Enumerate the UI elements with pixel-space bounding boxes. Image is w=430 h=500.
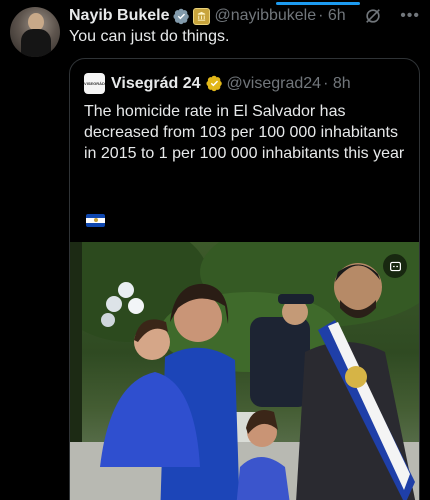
verified-badge-icon bbox=[173, 8, 190, 25]
post-header: Nayib Bukele @nayibbukele · 6h ••• bbox=[69, 4, 420, 28]
avatar[interactable] bbox=[10, 7, 60, 57]
grok-icon[interactable] bbox=[364, 7, 382, 25]
quoted-author-name[interactable]: Visegrád 24 bbox=[111, 75, 201, 93]
author-name[interactable]: Nayib Bukele bbox=[69, 7, 169, 25]
government-affiliation-icon[interactable] bbox=[193, 7, 211, 25]
quoted-post-time[interactable]: · 8h bbox=[323, 75, 351, 93]
post-photo[interactable] bbox=[70, 242, 419, 500]
quoted-post-text: The homicide rate in El Salvador has dec… bbox=[84, 103, 405, 162]
el-salvador-flag-icon bbox=[86, 214, 105, 227]
quoted-post-header: VISEGRÁD Visegrád 24 @visegrad24 · 8h bbox=[84, 73, 351, 94]
media-settings-icon[interactable] bbox=[383, 254, 407, 278]
author-handle[interactable]: @nayibbukele bbox=[214, 7, 316, 25]
more-options-icon[interactable]: ••• bbox=[400, 8, 420, 24]
post-text: You can just do things. bbox=[69, 28, 230, 45]
quoted-author-handle[interactable]: @visegrad24 bbox=[227, 75, 322, 93]
post-time[interactable]: · 6h bbox=[318, 7, 346, 25]
quoted-author-logo: VISEGRÁD bbox=[84, 73, 105, 94]
quoted-post[interactable]: VISEGRÁD Visegrád 24 @visegrad24 · 8h Th… bbox=[69, 58, 420, 500]
photo-scene bbox=[70, 242, 419, 500]
verified-gold-badge-icon bbox=[206, 75, 223, 92]
